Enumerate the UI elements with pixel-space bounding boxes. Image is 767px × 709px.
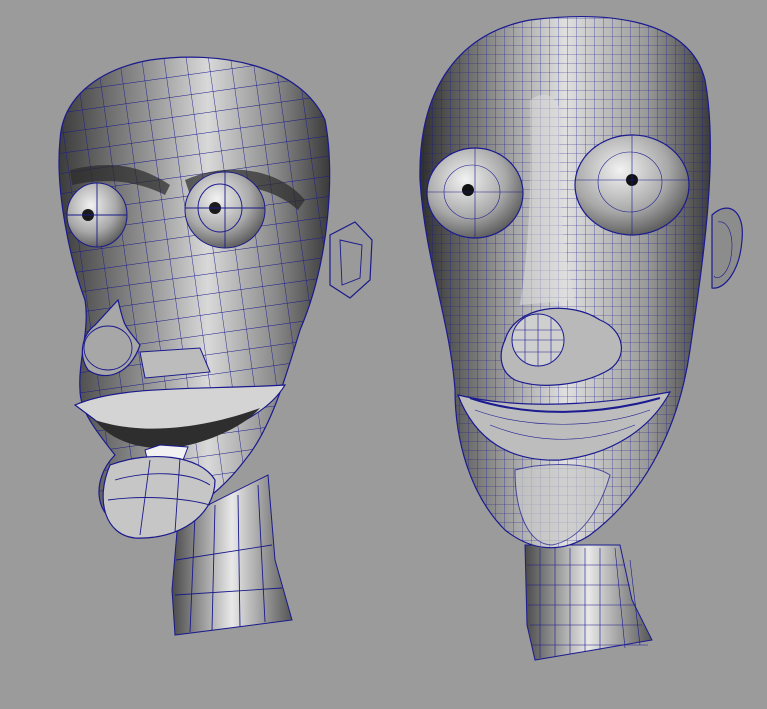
right-head-ear [711,207,743,289]
subdivided-head-model[interactable] [410,10,743,661]
right-neck [524,544,653,661]
viewport-canvas [50,10,743,661]
3d-viewport[interactable] [0,0,767,709]
right-head-eye-left [426,147,524,239]
low-poly-head-model[interactable] [50,50,373,636]
left-head-ear [329,221,373,299]
left-head-eye-left [66,182,128,248]
right-head-eye-right [574,134,690,236]
left-head-eye-right [184,171,266,249]
